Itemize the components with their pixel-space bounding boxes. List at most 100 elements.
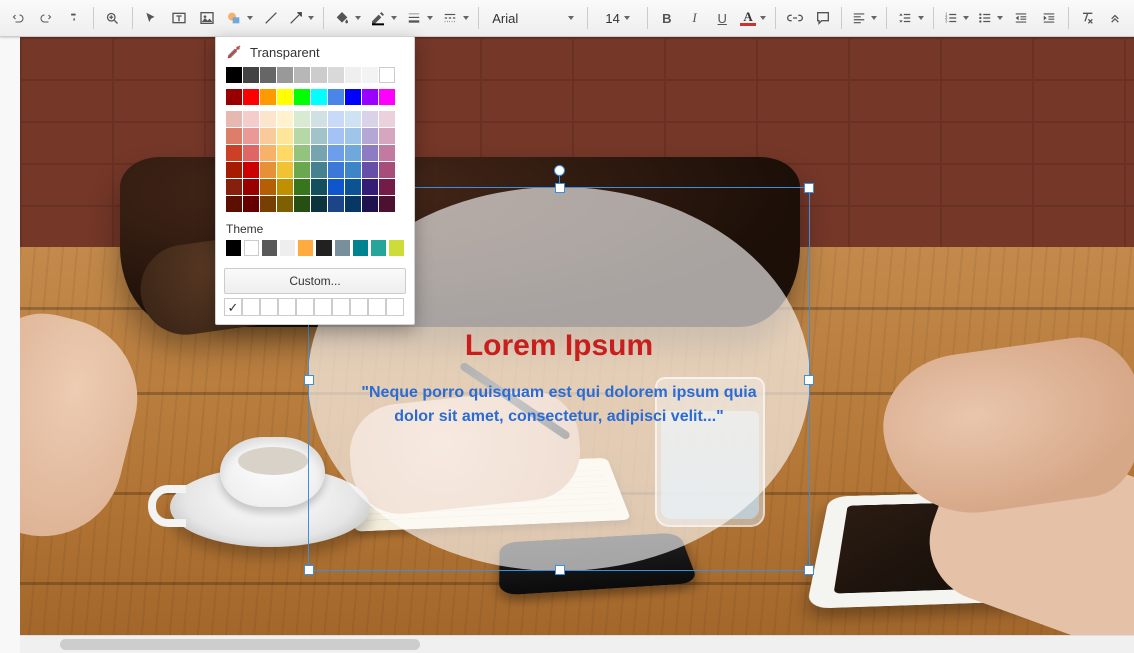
color-swatch[interactable] bbox=[345, 111, 361, 127]
recent-color-empty[interactable] bbox=[296, 298, 314, 316]
color-swatch[interactable] bbox=[379, 111, 395, 127]
color-swatch[interactable] bbox=[328, 196, 344, 212]
scrollbar-thumb[interactable] bbox=[60, 639, 420, 650]
color-swatch[interactable] bbox=[277, 162, 293, 178]
color-swatch[interactable] bbox=[379, 179, 395, 195]
color-swatch[interactable] bbox=[345, 179, 361, 195]
color-swatch[interactable] bbox=[328, 89, 344, 105]
undo-button[interactable] bbox=[6, 4, 32, 32]
color-swatch[interactable] bbox=[362, 179, 378, 195]
color-swatch[interactable] bbox=[280, 240, 295, 256]
insert-link-button[interactable] bbox=[782, 4, 808, 32]
color-swatch[interactable] bbox=[335, 240, 350, 256]
resize-handle-tr[interactable] bbox=[804, 183, 814, 193]
color-swatch[interactable] bbox=[294, 145, 310, 161]
color-swatch[interactable] bbox=[311, 128, 327, 144]
horizontal-scrollbar[interactable] bbox=[20, 635, 1134, 653]
recent-color-empty[interactable] bbox=[314, 298, 332, 316]
font-size-select[interactable]: 14 bbox=[594, 4, 641, 32]
recent-color-empty[interactable] bbox=[278, 298, 296, 316]
recent-color-empty[interactable] bbox=[260, 298, 278, 316]
recent-color-empty[interactable] bbox=[242, 298, 260, 316]
zoom-button[interactable] bbox=[100, 4, 126, 32]
color-swatch[interactable] bbox=[226, 111, 242, 127]
color-swatch[interactable] bbox=[345, 145, 361, 161]
italic-button[interactable]: I bbox=[682, 4, 708, 32]
redo-button[interactable] bbox=[34, 4, 60, 32]
color-swatch[interactable] bbox=[294, 89, 310, 105]
color-swatch[interactable] bbox=[294, 196, 310, 212]
color-swatch[interactable] bbox=[345, 162, 361, 178]
color-swatch[interactable] bbox=[379, 128, 395, 144]
color-swatch[interactable] bbox=[294, 67, 310, 83]
color-swatch[interactable] bbox=[328, 128, 344, 144]
color-swatch[interactable] bbox=[311, 145, 327, 161]
color-swatch[interactable] bbox=[243, 128, 259, 144]
color-swatch[interactable] bbox=[345, 128, 361, 144]
recent-color-checked[interactable]: ✓ bbox=[224, 298, 242, 316]
color-swatch[interactable] bbox=[243, 111, 259, 127]
color-swatch[interactable] bbox=[379, 89, 395, 105]
color-swatch[interactable] bbox=[244, 240, 259, 256]
color-swatch[interactable] bbox=[226, 128, 242, 144]
recent-color-empty[interactable] bbox=[332, 298, 350, 316]
color-swatch[interactable] bbox=[277, 145, 293, 161]
color-swatch[interactable] bbox=[260, 145, 276, 161]
underline-button[interactable]: U bbox=[709, 4, 735, 32]
expand-toolbar-button[interactable] bbox=[1102, 4, 1128, 32]
color-swatch[interactable] bbox=[328, 179, 344, 195]
color-swatch[interactable] bbox=[260, 89, 276, 105]
color-swatch[interactable] bbox=[345, 89, 361, 105]
bold-button[interactable]: B bbox=[654, 4, 680, 32]
color-swatch[interactable] bbox=[277, 128, 293, 144]
slide[interactable]: Lorem Ipsum "Neque porro quisquam est qu… bbox=[20, 37, 1134, 635]
color-swatch[interactable] bbox=[260, 128, 276, 144]
resize-handle-mr[interactable] bbox=[804, 375, 814, 385]
border-weight-button[interactable] bbox=[402, 4, 436, 32]
color-swatch[interactable] bbox=[379, 162, 395, 178]
color-swatch[interactable] bbox=[371, 240, 386, 256]
color-swatch[interactable] bbox=[362, 196, 378, 212]
insert-comment-button[interactable] bbox=[810, 4, 836, 32]
color-swatch[interactable] bbox=[362, 162, 378, 178]
color-swatch[interactable] bbox=[243, 145, 259, 161]
color-swatch[interactable] bbox=[226, 179, 242, 195]
color-swatch[interactable] bbox=[311, 162, 327, 178]
color-swatch[interactable] bbox=[328, 145, 344, 161]
fill-color-button[interactable] bbox=[330, 4, 364, 32]
rotation-handle[interactable] bbox=[554, 165, 565, 176]
color-swatch[interactable] bbox=[277, 67, 293, 83]
color-swatch[interactable] bbox=[328, 67, 344, 83]
color-swatch[interactable] bbox=[362, 111, 378, 127]
color-swatch[interactable] bbox=[294, 111, 310, 127]
line-tool[interactable] bbox=[258, 4, 284, 32]
line-spacing-button[interactable] bbox=[893, 4, 927, 32]
arrow-tool[interactable] bbox=[285, 4, 317, 32]
color-swatch[interactable] bbox=[277, 111, 293, 127]
color-swatch[interactable] bbox=[243, 179, 259, 195]
color-swatch[interactable] bbox=[328, 111, 344, 127]
color-swatch[interactable] bbox=[260, 196, 276, 212]
paint-format-button[interactable] bbox=[61, 4, 87, 32]
recent-color-empty[interactable] bbox=[368, 298, 386, 316]
resize-handle-bm[interactable] bbox=[555, 565, 565, 575]
resize-handle-bl[interactable] bbox=[304, 565, 314, 575]
color-swatch[interactable] bbox=[226, 240, 241, 256]
color-swatch[interactable] bbox=[260, 67, 276, 83]
color-swatch[interactable] bbox=[294, 128, 310, 144]
color-swatch[interactable] bbox=[294, 162, 310, 178]
recent-color-empty[interactable] bbox=[350, 298, 368, 316]
transparent-option[interactable]: Transparent bbox=[216, 37, 414, 67]
image-tool[interactable] bbox=[194, 4, 220, 32]
color-swatch[interactable] bbox=[345, 196, 361, 212]
color-swatch[interactable] bbox=[362, 128, 378, 144]
textbox-tool[interactable] bbox=[166, 4, 192, 32]
resize-handle-br[interactable] bbox=[804, 565, 814, 575]
color-swatch[interactable] bbox=[345, 67, 361, 83]
recent-color-empty[interactable] bbox=[386, 298, 404, 316]
color-swatch[interactable] bbox=[226, 196, 242, 212]
color-swatch[interactable] bbox=[379, 196, 395, 212]
color-swatch[interactable] bbox=[262, 240, 277, 256]
color-swatch[interactable] bbox=[311, 111, 327, 127]
color-swatch[interactable] bbox=[362, 67, 378, 83]
